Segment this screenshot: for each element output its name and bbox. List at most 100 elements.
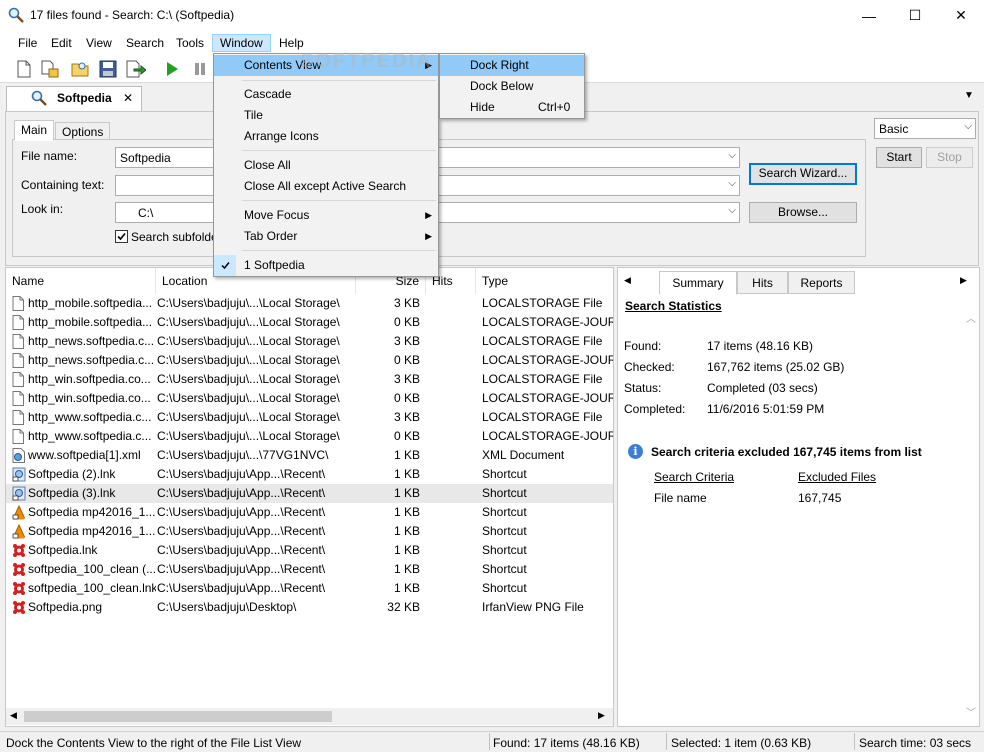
menu-item-dock-right[interactable]: Dock Right — [440, 55, 584, 76]
cell-size: 32 KB — [387, 600, 420, 614]
tab-scroll-right-icon[interactable]: ▶ — [960, 275, 967, 286]
cell-size: 0 KB — [393, 315, 420, 329]
excluded-message: Search criteria excluded 167,745 items f… — [651, 445, 922, 459]
table-row[interactable]: Softpedia.png C:\Users\badjuju\Desktop\ 32… — [6, 598, 613, 617]
close-button[interactable]: ✕ — [938, 0, 984, 31]
start-search-icon[interactable] — [162, 59, 182, 79]
search-subfolders-checkbox[interactable] — [115, 230, 128, 243]
table-row[interactable]: http_www.softpedia.c... C:\Users\badjuju\… — [6, 427, 613, 446]
pause-search-icon[interactable] — [190, 59, 210, 79]
table-row[interactable]: http_mobile.softpedia... C:\Users\badjuju… — [6, 313, 613, 332]
stop-button[interactable]: Stop — [926, 147, 973, 168]
title-bar: 17 files found - Search: C:\ (Softpedia)… — [0, 0, 984, 31]
menu-item-close-all[interactable]: Close All — [214, 155, 438, 176]
menu-item-dock-below[interactable]: Dock Below — [440, 76, 584, 97]
scrollbar-thumb[interactable] — [24, 711, 332, 722]
menu-tools[interactable]: Tools — [169, 34, 211, 52]
search-wizard-button[interactable]: Search Wizard... — [749, 163, 857, 185]
maximize-icon: ☐ — [908, 7, 922, 23]
menu-item-tile[interactable]: Tile — [214, 105, 438, 126]
menu-item-hide[interactable]: Hide Ctrl+0 — [440, 97, 584, 118]
scroll-down-icon[interactable]: ﹀ — [966, 704, 976, 719]
scroll-up-icon[interactable]: ︿ — [966, 310, 976, 325]
table-row[interactable]: http_mobile.softpedia... C:\Users\badjuju… — [6, 294, 613, 313]
menu-item-arrange-icons[interactable]: Arrange Icons — [214, 126, 438, 147]
tab-list-chevron-icon[interactable]: ▼ — [964, 90, 974, 101]
new-document-icon[interactable] — [14, 59, 34, 79]
tab-summary[interactable]: Summary — [659, 271, 737, 295]
minimize-button[interactable]: — — [846, 0, 892, 31]
tab-reports[interactable]: Reports — [788, 271, 855, 294]
column-header-type[interactable]: Type — [476, 268, 613, 294]
menu-window[interactable]: Window — [212, 34, 271, 52]
table-row[interactable]: http_news.softpedia.c... C:\Users\badjuju… — [6, 351, 613, 370]
menu-item-close-all-except-active[interactable]: Close All except Active Search — [214, 176, 438, 197]
cell-location: C:\Users\badjuju\App...\Recent\ — [157, 524, 326, 538]
vlc-icon — [12, 523, 26, 539]
look-in-label: Look in: — [21, 202, 64, 216]
table-row[interactable]: Softpedia.lnk C:\Users\badjuju\App...\Rec… — [6, 541, 613, 560]
subtab-options[interactable]: Options — [55, 122, 111, 140]
table-row[interactable]: softpedia_100_clean (... C:\Users\badjuju… — [6, 560, 613, 579]
table-row[interactable]: Softpedia (3).lnk C:\Users\badjuju\App...… — [6, 484, 613, 503]
table-row[interactable]: www.softpedia[1].xml C:\Users\badjuju\...… — [6, 446, 613, 465]
table-row[interactable]: Softpedia mp42016_1... C:\Users\badjuju\A… — [6, 522, 613, 541]
export-icon[interactable] — [126, 59, 146, 79]
cell-name: softpedia_100_clean (... — [28, 562, 156, 576]
irfan-icon — [12, 562, 26, 577]
cell-location: C:\Users\badjuju\App...\Recent\ — [157, 543, 326, 557]
cell-name: http_mobile.softpedia... — [28, 296, 153, 310]
stat-value: 17 items (48.16 KB) — [707, 339, 814, 353]
table-row[interactable]: Softpedia (2).lnk C:\Users\badjuju\App...… — [6, 465, 613, 484]
cell-size: 0 KB — [393, 391, 420, 405]
scroll-left-icon[interactable]: ◀ — [10, 710, 17, 721]
menu-item-move-focus[interactable]: Move Focus ▶ — [214, 205, 438, 226]
menu-edit[interactable]: Edit — [44, 34, 79, 52]
column-header-name[interactable]: Name — [6, 268, 156, 294]
cell-name: Softpedia (2).lnk — [28, 467, 116, 481]
vertical-scrollbar[interactable]: ︿ ﹀ — [966, 306, 978, 726]
status-separator — [854, 733, 855, 750]
chevron-down-icon[interactable]: ⌵ — [728, 150, 736, 161]
menu-file[interactable]: File — [11, 34, 44, 52]
open-folder-icon[interactable] — [70, 59, 90, 79]
status-time: Search time: 03 secs — [859, 736, 972, 750]
irfan-icon — [12, 581, 26, 596]
file-name-value: Softpedia — [120, 151, 171, 165]
tab-close-icon[interactable]: ✕ — [123, 91, 133, 105]
cell-type: LOCALSTORAGE-JOURN — [482, 391, 613, 405]
chevron-down-icon[interactable]: ⌵ — [728, 178, 736, 189]
cell-size: 3 KB — [393, 372, 420, 386]
save-icon[interactable] — [98, 59, 118, 79]
table-row[interactable]: http_win.softpedia.co... C:\Users\badjuju… — [6, 389, 613, 408]
menu-item-softpedia-window[interactable]: 1 Softpedia — [214, 255, 438, 276]
menu-item-cascade[interactable]: Cascade — [214, 84, 438, 105]
subtab-main[interactable]: Main — [14, 120, 55, 141]
browse-button[interactable]: Browse... — [749, 202, 857, 223]
table-row[interactable]: Softpedia mp42016_1... C:\Users\badjuju\A… — [6, 503, 613, 522]
tab-softpedia[interactable]: Softpedia ✕ — [6, 86, 142, 111]
horizontal-scrollbar[interactable]: ◀ ▶ — [6, 708, 613, 725]
stat-value: 167,762 items (25.02 GB) — [707, 360, 845, 374]
submenu-arrow-icon: ▶ — [425, 231, 432, 241]
cell-size: 1 KB — [393, 524, 420, 538]
softpedia-watermark: SOFTPEDIA — [300, 50, 433, 72]
menu-item-tab-order[interactable]: Tab Order ▶ — [214, 226, 438, 247]
maximize-button[interactable]: ☐ — [892, 0, 938, 31]
status-hint: Dock the Contents View to the right of t… — [6, 736, 302, 750]
mode-select[interactable]: Basic ⌵ — [874, 118, 976, 139]
menu-view[interactable]: View — [79, 34, 119, 52]
chevron-down-icon[interactable]: ⌵ — [728, 205, 736, 216]
table-row[interactable]: http_news.softpedia.c... C:\Users\badjuju… — [6, 332, 613, 351]
tab-hits[interactable]: Hits — [737, 271, 788, 294]
table-row[interactable]: http_win.softpedia.co... C:\Users\badjuju… — [6, 370, 613, 389]
start-button[interactable]: Start — [876, 147, 922, 168]
menu-search[interactable]: Search — [119, 34, 171, 52]
table-row[interactable]: softpedia_100_clean.lnk C:\Users\badjuju\… — [6, 579, 613, 598]
new-from-template-icon[interactable] — [40, 59, 60, 79]
chevron-down-icon[interactable]: ⌵ — [964, 121, 972, 132]
scroll-right-icon[interactable]: ▶ — [598, 710, 605, 721]
tab-scroll-left-icon[interactable]: ◀ — [624, 275, 631, 286]
table-row[interactable]: http_www.softpedia.c... C:\Users\badjuju\… — [6, 408, 613, 427]
status-bar: Dock the Contents View to the right of t… — [0, 731, 984, 752]
